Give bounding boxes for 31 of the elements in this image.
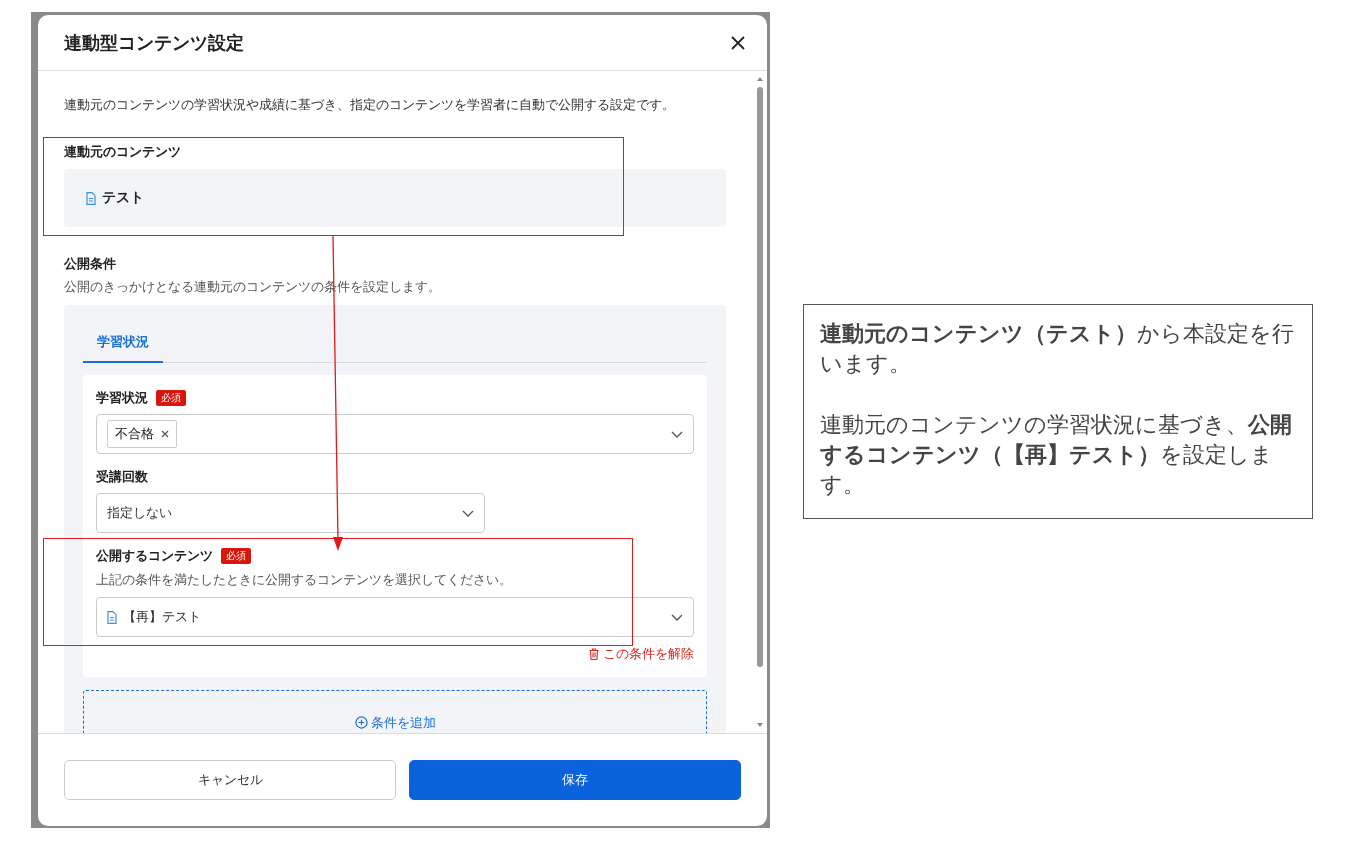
select-field[interactable]: 指定しない (96, 493, 485, 533)
document-icon (86, 191, 96, 205)
multi-select-field[interactable]: 不合格 (96, 414, 694, 454)
selected-tag: 不合格 (107, 420, 177, 448)
dialog-description: 連動元のコンテンツの学習状況や成績に基づき、指定のコンテンツを学習者に自動で公開する設定です。 (64, 97, 676, 114)
chevron-down-icon (671, 430, 683, 438)
field-description: 上記の条件を満たしたときに公開するコンテンツを選択してください。 (96, 572, 513, 589)
field-label: 学習状況 (96, 389, 148, 407)
save-button[interactable]: 保存 (409, 760, 741, 800)
source-content-name: テスト (102, 189, 144, 207)
dialog-title: 連動型コンテンツ設定 (64, 31, 244, 55)
trash-icon (589, 648, 599, 660)
chevron-down-icon (671, 613, 683, 621)
remove-icon[interactable] (161, 430, 169, 438)
required-badge: 必須 (221, 548, 251, 564)
add-condition-button[interactable]: 条件を追加 (83, 690, 707, 733)
plus-circle-icon (354, 716, 368, 729)
required-badge: 必須 (156, 390, 186, 406)
field-label: 受講回数 (96, 468, 148, 486)
tab[interactable]: 学習状況 (83, 325, 163, 363)
remove-condition-link[interactable]: この条件を解除 (589, 645, 694, 663)
close-icon[interactable] (731, 35, 745, 50)
content-select-field[interactable]: 【再】テスト (96, 597, 694, 637)
section-label: 公開条件 (64, 255, 117, 273)
cancel-button[interactable]: キャンセル (64, 760, 396, 800)
chevron-down-icon (462, 509, 474, 517)
callout-text: 連動元のコンテンツ（テスト）から本設定を行います。 (820, 320, 1295, 379)
callout-text: 連動元のコンテンツの学習状況に基づき、公開するコンテンツ（【再】テスト）を設定します。 (820, 410, 1293, 500)
document-icon (107, 610, 117, 624)
field-label: 公開するコンテンツ (96, 547, 213, 565)
section-label: 連動元のコンテンツ (64, 143, 182, 161)
